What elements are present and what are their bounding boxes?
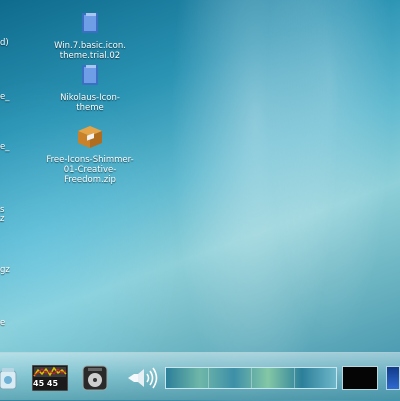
desktop-icon-label: Win.7.basic.icon. — [54, 41, 126, 51]
pager-desktop-4[interactable] — [295, 368, 336, 388]
desktop-icon-label-cut[interactable]: e — [0, 318, 5, 328]
desktop-icon-label-cut[interactable]: e_ — [0, 142, 9, 152]
desktop-icon-label-cut[interactable]: e_ — [0, 92, 9, 102]
folder-icon — [30, 62, 150, 91]
desktop-icon-label: Freedom.zip — [64, 175, 116, 185]
system-monitor-readout: 45 45 — [33, 379, 59, 388]
pager-desktop-3[interactable] — [252, 368, 295, 388]
desktop-icon-label-cut[interactable]: d) — [0, 38, 9, 48]
desktop-pager[interactable] — [165, 367, 337, 389]
pager-desktop-1[interactable] — [166, 368, 209, 388]
drive-icon[interactable] — [82, 365, 108, 391]
trash-icon[interactable] — [0, 365, 20, 391]
desktop-icon-label: Free-Icons-Shimmer- — [46, 155, 134, 165]
system-monitor-widget[interactable]: 45 45 — [31, 364, 69, 392]
taskbar-window-thumbnail[interactable] — [342, 366, 378, 390]
desktop-icon-label-cut[interactable]: z — [0, 214, 4, 224]
desktop: d) e_ e_ s z gz e Win.7.basic.icon. them… — [0, 0, 400, 352]
taskbar: 45 45 — [0, 352, 400, 401]
pager-desktop-2[interactable] — [209, 368, 252, 388]
desktop-icon-zip-archive[interactable]: Free-Icons-Shimmer- 01-Creative- Freedom… — [30, 122, 150, 185]
volume-icon[interactable] — [124, 365, 160, 391]
desktop-icon-label-cut[interactable]: gz — [0, 265, 10, 275]
desktop-icon-label: Nikolaus-Icon- — [60, 93, 120, 103]
desktop-icon-win7-theme[interactable]: Win.7.basic.icon. theme.trial.02 — [30, 10, 150, 61]
desktop-icon-label: theme — [76, 103, 104, 113]
desktop-icon-label: 01-Creative- — [63, 165, 117, 175]
desktop-icon-label: theme.trial.02 — [59, 51, 121, 61]
zip-archive-icon — [30, 122, 150, 153]
taskbar-window-thumbnail[interactable] — [386, 366, 400, 390]
desktop-icon-nikolaus-theme[interactable]: Nikolaus-Icon- theme — [30, 62, 150, 113]
folder-icon — [30, 10, 150, 39]
